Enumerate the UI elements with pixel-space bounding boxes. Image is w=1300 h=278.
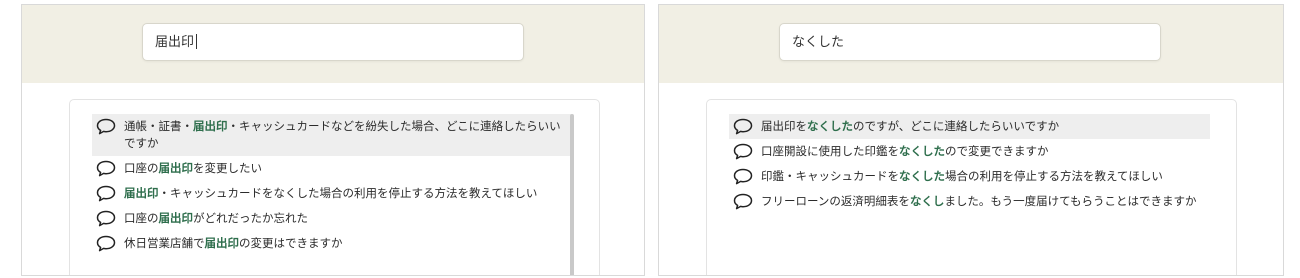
speech-bubble-icon bbox=[96, 118, 116, 135]
search-input-value: 届出印 bbox=[155, 35, 195, 50]
suggestion-text-part: 口座開設に使用した印鑑を bbox=[761, 144, 899, 158]
scrollbar[interactable] bbox=[570, 114, 574, 275]
match-highlight: なくした bbox=[899, 144, 945, 158]
suggestion-text-part: 印鑑・キャッシュカードを bbox=[761, 169, 899, 183]
suggestion-text: 口座の届出印を変更したい bbox=[124, 161, 262, 175]
speech-bubble-icon bbox=[96, 235, 116, 252]
suggestion-text: 通帳・証書・届出印・キャッシュカードなどを紛失した場合、どこに連絡したらいいです… bbox=[124, 119, 561, 150]
suggestion-text-part: 通帳・証書・ bbox=[124, 119, 193, 133]
suggestion-text: 届出印・キャッシュカードをなくした場合の利用を停止する方法を教えてほしい bbox=[124, 186, 537, 200]
text-caret bbox=[196, 34, 198, 49]
suggestion-text-part: 休日営業店舗で bbox=[124, 236, 205, 250]
suggestion-text-part: ので変更できますか bbox=[945, 144, 1049, 158]
suggestion-text-part: 場合の利用を停止する方法を教えてほしい bbox=[945, 169, 1163, 183]
suggestion-item[interactable]: 通帳・証書・届出印・キャッシュカードなどを紛失した場合、どこに連絡したらいいです… bbox=[92, 114, 571, 156]
match-highlight: なくし bbox=[909, 194, 945, 208]
suggestion-text-part: 口座の bbox=[124, 161, 159, 175]
suggestion-text: 届出印をなくしたのですが、どこに連絡したらいいですか bbox=[761, 119, 1059, 133]
suggestion-item[interactable]: 口座開設に使用した印鑑をなくしたので変更できますか bbox=[729, 139, 1210, 164]
speech-bubble-icon bbox=[96, 185, 116, 202]
suggestion-item[interactable]: 届出印をなくしたのですが、どこに連絡したらいいですか bbox=[729, 114, 1210, 139]
match-highlight: 届出印 bbox=[193, 119, 228, 133]
match-highlight: なくした bbox=[807, 119, 853, 133]
match-highlight: 届出印 bbox=[158, 211, 194, 225]
suggestion-item[interactable]: 休日営業店舗で届出印の変更はできますか bbox=[92, 231, 571, 256]
suggestion-text-part: の変更はできますか bbox=[239, 236, 343, 250]
speech-bubble-icon bbox=[96, 210, 116, 227]
search-area: 届出印 bbox=[22, 5, 644, 83]
suggestion-dropdown: 通帳・証書・届出印・キャッシュカードなどを紛失した場合、どこに連絡したらいいです… bbox=[69, 99, 600, 275]
left-search-panel: 届出印 通帳・証書・届出印・キャッシュカードなどを紛失した場合、どこに連絡したら… bbox=[21, 4, 645, 276]
suggestion-text-part: フリーローンの返済明細表を bbox=[761, 194, 910, 208]
suggestion-text-part: のですが、どこに連絡したらいいですか bbox=[853, 119, 1060, 133]
suggestion-text-part: がどれだったか忘れた bbox=[193, 211, 308, 225]
suggestion-item[interactable]: フリーローンの返済明細表をなくしました。もう一度届けてもらうことはできますか bbox=[729, 189, 1210, 214]
suggestion-item[interactable]: 届出印・キャッシュカードをなくした場合の利用を停止する方法を教えてほしい bbox=[92, 181, 571, 206]
suggestion-item[interactable]: 口座の届出印がどれだったか忘れた bbox=[92, 206, 571, 231]
suggestion-text: 口座の届出印がどれだったか忘れた bbox=[124, 211, 308, 225]
match-highlight: 届出印 bbox=[204, 236, 240, 250]
match-highlight: 届出印 bbox=[158, 161, 194, 175]
suggestion-list: 通帳・証書・届出印・キャッシュカードなどを紛失した場合、どこに連絡したらいいです… bbox=[92, 114, 571, 256]
search-area: なくした bbox=[659, 5, 1283, 83]
suggestion-item[interactable]: 口座の届出印を変更したい bbox=[92, 156, 571, 181]
suggestion-text-part: ・キャッシュカードをなくした場合の利用を停止する方法を教えてほしい bbox=[158, 186, 538, 200]
suggestion-text-part: 届出印を bbox=[761, 119, 807, 133]
suggestion-item[interactable]: 印鑑・キャッシュカードをなくした場合の利用を停止する方法を教えてほしい bbox=[729, 164, 1210, 189]
suggestion-text: 口座開設に使用した印鑑をなくしたので変更できますか bbox=[761, 144, 1049, 158]
speech-bubble-icon bbox=[733, 118, 753, 135]
suggestion-list: 届出印をなくしたのですが、どこに連絡したらいいですか 口座開設に使用した印鑑をなく… bbox=[729, 114, 1210, 214]
suggestion-text: 休日営業店舗で届出印の変更はできますか bbox=[124, 236, 343, 250]
suggestion-text-part: ました。もう一度届けてもらうことはできますか bbox=[944, 194, 1197, 208]
suggestion-text: フリーローンの返済明細表をなくしました。もう一度届けてもらうことはできますか bbox=[761, 194, 1197, 208]
suggestion-dropdown: 届出印をなくしたのですが、どこに連絡したらいいですか 口座開設に使用した印鑑をなく… bbox=[706, 99, 1237, 275]
suggestion-text-part: を変更したい bbox=[193, 161, 262, 175]
speech-bubble-icon bbox=[733, 143, 753, 160]
speech-bubble-icon bbox=[733, 168, 753, 185]
search-input-value: なくした bbox=[792, 35, 845, 50]
right-search-panel: なくした 届出印をなくしたのですが、どこに連絡したらいいですか 口座開設に使用した… bbox=[658, 4, 1284, 276]
search-input[interactable]: 届出印 bbox=[142, 23, 524, 61]
match-highlight: 届出印 bbox=[124, 186, 159, 200]
suggestion-text-part: 口座の bbox=[124, 211, 159, 225]
suggestion-text: 印鑑・キャッシュカードをなくした場合の利用を停止する方法を教えてほしい bbox=[761, 169, 1163, 183]
match-highlight: なくした bbox=[899, 169, 945, 183]
speech-bubble-icon bbox=[96, 160, 116, 177]
speech-bubble-icon bbox=[733, 193, 753, 210]
search-input[interactable]: なくした bbox=[779, 23, 1161, 61]
